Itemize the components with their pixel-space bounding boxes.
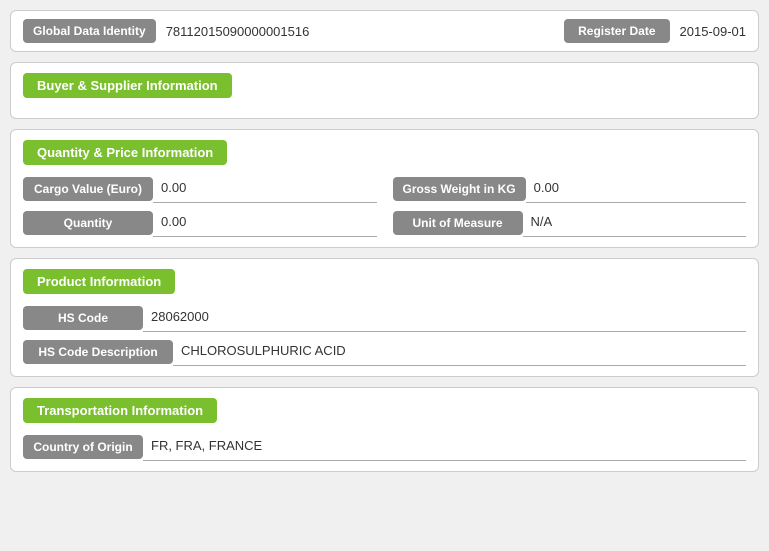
cargo-value: 0.00: [153, 175, 377, 203]
quantity-value: 0.00: [153, 209, 377, 237]
transportation-section: Transportation Information Country of Or…: [10, 387, 759, 472]
gross-weight-col: Gross Weight in KG 0.00: [393, 175, 747, 203]
origin-label: Country of Origin: [23, 435, 143, 459]
uom-col: Unit of Measure N/A: [393, 209, 747, 237]
register-date-label: Register Date: [564, 19, 669, 43]
hs-code-label: HS Code: [23, 306, 143, 330]
header-row: Global Data Identity 7811201509000000151…: [10, 10, 759, 52]
product-title: Product Information: [23, 269, 175, 294]
gdi-value: 78112015090000001516: [166, 24, 554, 39]
product-section: Product Information HS Code 28062000 HS …: [10, 258, 759, 377]
hs-desc-label: HS Code Description: [23, 340, 173, 364]
quantity-price-section: Quantity & Price Information Cargo Value…: [10, 129, 759, 248]
quantity-col: Quantity 0.00: [23, 209, 377, 237]
quantity-label: Quantity: [23, 211, 153, 235]
gross-value: 0.00: [526, 175, 746, 203]
origin-row: Country of Origin FR, FRA, FRANCE: [23, 433, 746, 461]
quantity-price-row1: Cargo Value (Euro) 0.00 Gross Weight in …: [23, 175, 746, 203]
quantity-price-row2: Quantity 0.00 Unit of Measure N/A: [23, 209, 746, 237]
page-container: Global Data Identity 7811201509000000151…: [10, 10, 759, 472]
buyer-supplier-section: Buyer & Supplier Information: [10, 62, 759, 119]
buyer-supplier-title: Buyer & Supplier Information: [23, 73, 232, 98]
hs-code-value: 28062000: [143, 304, 746, 332]
hs-desc-row: HS Code Description CHLOROSULPHURIC ACID: [23, 338, 746, 366]
quantity-price-title: Quantity & Price Information: [23, 140, 227, 165]
origin-value: FR, FRA, FRANCE: [143, 433, 746, 461]
register-date-value: 2015-09-01: [680, 24, 747, 39]
hs-desc-value: CHLOROSULPHURIC ACID: [173, 338, 746, 366]
cargo-value-col: Cargo Value (Euro) 0.00: [23, 175, 377, 203]
cargo-label: Cargo Value (Euro): [23, 177, 153, 201]
hs-code-row: HS Code 28062000: [23, 304, 746, 332]
gross-label: Gross Weight in KG: [393, 177, 526, 201]
transportation-title: Transportation Information: [23, 398, 217, 423]
uom-label: Unit of Measure: [393, 211, 523, 235]
gdi-label: Global Data Identity: [23, 19, 156, 43]
uom-value: N/A: [523, 209, 747, 237]
